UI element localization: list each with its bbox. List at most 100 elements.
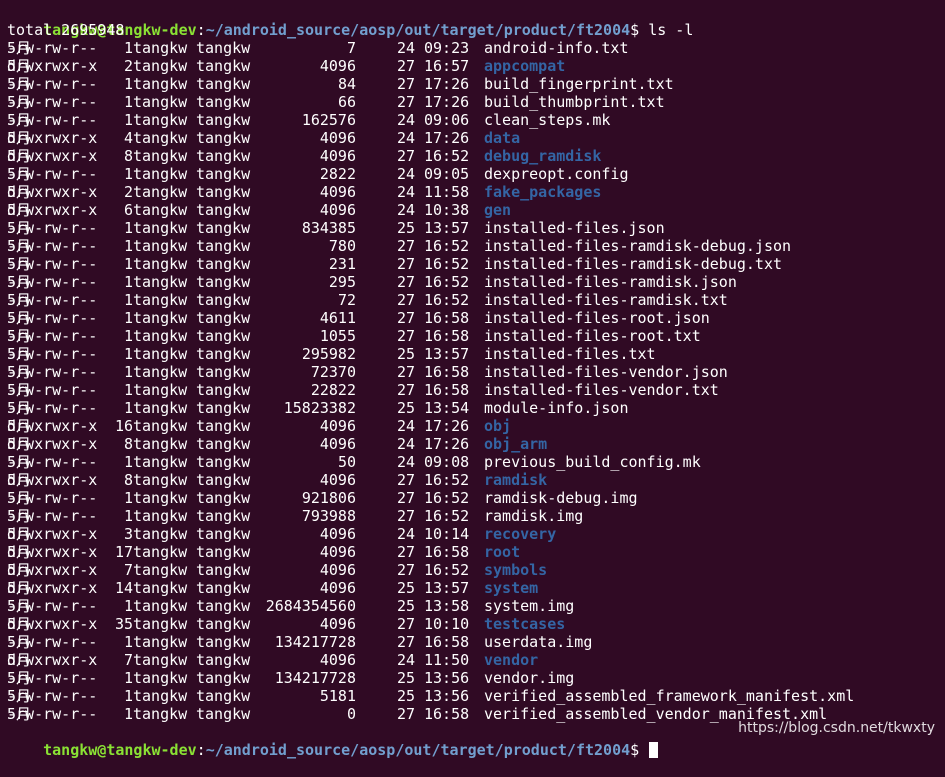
entry-owner: tangkw (133, 345, 188, 363)
file-entry-row: -rw-rw-r-- 1 tangkw tangkw 921806 5月 27 16:52 ra… (7, 489, 945, 507)
entry-owner: tangkw (133, 453, 188, 471)
file-entry-row: drwxrwxr-x 16 tangkw tangkw 4096 5月 24 17:26 obj (7, 417, 945, 435)
entry-time: 16:58 (424, 363, 470, 381)
entry-name: userdata.img (484, 633, 593, 651)
watermark: https://blog.csdn.net/tkwxty (738, 720, 935, 736)
entry-owner: tangkw (133, 489, 188, 507)
entry-month: 5月 (7, 507, 32, 525)
entry-owner: tangkw (133, 57, 188, 75)
entry-links: 3 (123, 525, 133, 543)
entry-size: 295 (328, 273, 356, 291)
file-entry-row: -rw-rw-r-- 1 tangkw tangkw 834385 5月 25 13:57 in… (7, 219, 945, 237)
file-entry-row: -rw-rw-r-- 1 tangkw tangkw 231 5月 27 16:52 insta… (7, 255, 945, 273)
entry-time: 16:58 (424, 381, 470, 399)
entry-owner: tangkw (133, 399, 188, 417)
entry-month: 5月 (7, 399, 32, 417)
entry-links: 1 (123, 453, 133, 471)
file-entry-row: -rw-rw-r-- 1 tangkw tangkw 295 5月 27 16:52 insta… (7, 273, 945, 291)
entry-owner: tangkw (133, 633, 188, 651)
entry-day: 27 (396, 489, 415, 507)
entry-size: 84 (337, 75, 356, 93)
entry-size: 134217728 (274, 633, 356, 651)
file-entry-row: -rw-rw-r-- 1 tangkw tangkw 66 5月 27 17:26 build_… (7, 93, 945, 111)
entry-time: 13:57 (424, 345, 470, 363)
entry-name: installed-files-ramdisk-debug.json (484, 237, 792, 255)
entry-owner: tangkw (133, 669, 188, 687)
entry-day: 24 (396, 651, 415, 669)
entry-size: 921806 (301, 489, 356, 507)
entry-group: tangkw (196, 309, 251, 327)
file-entry-row: drwxrwxr-x 35 tangkw tangkw 4096 5月 27 10:10 tes… (7, 615, 945, 633)
entry-name: recovery (484, 525, 557, 543)
entry-month: 5月 (7, 471, 32, 489)
entry-day: 27 (396, 75, 415, 93)
entry-name: installed-files-root.txt (484, 327, 701, 345)
entry-month: 5月 (7, 219, 32, 237)
file-entry-row: drwxrwxr-x 2 tangkw tangkw 4096 5月 27 16:57 appc… (7, 57, 945, 75)
entry-day: 27 (396, 57, 415, 75)
entry-group: tangkw (196, 219, 251, 237)
entry-links: 1 (123, 39, 133, 57)
entry-month: 5月 (7, 615, 32, 633)
entry-links: 8 (123, 147, 133, 165)
entry-links: 14 (114, 579, 133, 597)
entry-size: 4096 (319, 57, 356, 75)
entry-size: 4096 (319, 129, 356, 147)
entry-links: 1 (123, 363, 133, 381)
entry-group: tangkw (196, 687, 251, 705)
entry-links: 4 (123, 129, 133, 147)
entry-group: tangkw (196, 111, 251, 129)
entry-name: installed-files-ramdisk.txt (484, 291, 728, 309)
entry-links: 1 (123, 309, 133, 327)
file-entry-row: drwxrwxr-x 4 tangkw tangkw 4096 5月 24 17:26 data (7, 129, 945, 147)
entry-name: obj_arm (484, 435, 548, 453)
entry-day: 27 (396, 471, 415, 489)
entry-size: 22822 (310, 381, 356, 399)
entry-name: installed-files-vendor.json (484, 363, 728, 381)
entry-month: 5月 (7, 543, 32, 561)
entry-name: installed-files-ramdisk-debug.txt (484, 255, 783, 273)
entry-day: 27 (396, 147, 415, 165)
entry-owner: tangkw (133, 687, 188, 705)
prompt-line: tangkw@tangkw-dev:~/android_source/aosp/… (7, 3, 945, 39)
entry-month: 5月 (7, 597, 32, 615)
entry-size: 0 (346, 705, 356, 723)
entry-links: 1 (123, 237, 133, 255)
file-entry-row: -rw-rw-r-- 1 tangkw tangkw 50 5月 24 09:08 previo… (7, 453, 945, 471)
entry-month: 5月 (7, 165, 32, 183)
entry-name: debug_ramdisk (484, 147, 602, 165)
entry-owner: tangkw (133, 435, 188, 453)
entry-owner: tangkw (133, 597, 188, 615)
entry-size: 4096 (319, 561, 356, 579)
entry-time: 13:57 (424, 579, 470, 597)
entry-time: 17:26 (424, 75, 470, 93)
entry-size: 15823382 (283, 399, 356, 417)
text-cursor (649, 742, 659, 758)
entry-size: 4096 (319, 471, 356, 489)
entry-size: 780 (328, 237, 356, 255)
entry-size: 4611 (319, 309, 356, 327)
terminal-output[interactable]: tangkw@tangkw-dev:~/android_source/aosp/… (7, 3, 945, 759)
entry-size: 4096 (319, 417, 356, 435)
entry-month: 5月 (7, 327, 32, 345)
entry-owner: tangkw (133, 93, 188, 111)
entry-time: 16:58 (424, 309, 470, 327)
entry-group: tangkw (196, 39, 251, 57)
entry-name: obj (484, 417, 512, 435)
entry-month: 5月 (7, 273, 32, 291)
entry-owner: tangkw (133, 39, 188, 57)
entry-day: 24 (396, 165, 415, 183)
entry-size: 4096 (319, 201, 356, 219)
entry-owner: tangkw (133, 219, 188, 237)
entry-name: installed-files-ramdisk.json (484, 273, 737, 291)
entry-owner: tangkw (133, 237, 188, 255)
entry-group: tangkw (196, 399, 251, 417)
entry-owner: tangkw (133, 129, 188, 147)
entry-owner: tangkw (133, 363, 188, 381)
entry-owner: tangkw (133, 309, 188, 327)
entry-time: 10:10 (424, 615, 470, 633)
entry-links: 1 (123, 687, 133, 705)
entry-time: 09:23 (424, 39, 470, 57)
entry-links: 1 (123, 75, 133, 93)
entry-name: vendor.img (484, 669, 575, 687)
